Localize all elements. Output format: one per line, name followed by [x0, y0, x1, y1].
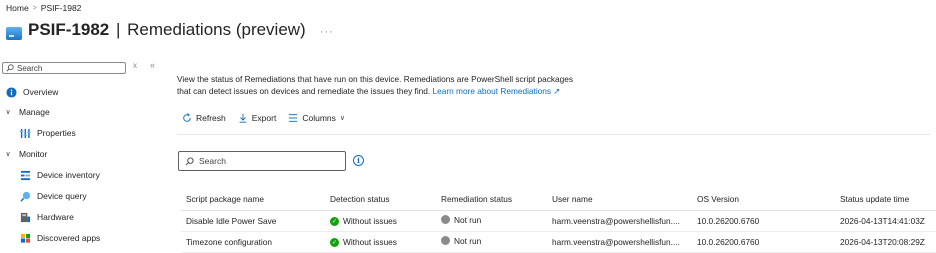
description-line-2: that can detect issues on devices and re… — [177, 85, 617, 97]
detection-status-text: Without issues — [343, 237, 397, 248]
sidebar-item-label: Device inventory — [37, 170, 100, 180]
chevron-down-icon: ∨ — [5, 109, 11, 116]
sidebar-group-manage[interactable]: ∨ Manage — [3, 102, 50, 122]
description-line-1: View the status of Remediations that hav… — [177, 74, 574, 84]
page-description: View the status of Remediations that hav… — [177, 73, 617, 97]
sidebar-item-label: Device query — [37, 191, 87, 201]
remediation-status-text: Not run — [454, 214, 482, 225]
sidebar-item-label: Properties — [37, 128, 76, 138]
column-header[interactable]: Remediation status — [441, 189, 552, 211]
breadcrumb: Home > PSIF-1982 — [6, 3, 81, 13]
export-label: Export — [251, 113, 277, 123]
remediation-status-cell: Not run — [441, 210, 552, 232]
info-icon[interactable]: i — [353, 155, 364, 166]
column-header[interactable]: Script package name — [181, 189, 330, 211]
script-name-cell: Disable Idle Power Save — [181, 210, 330, 232]
sidebar-item-label: Discovered apps — [37, 233, 101, 243]
sidebar-item-label: Monitor — [19, 149, 48, 159]
sidebar-item-overview[interactable]: Overview — [5, 82, 58, 102]
script-name-cell: Timezone configuration — [181, 231, 330, 253]
detection-status-text: Without issues — [343, 216, 397, 227]
clear-search-icon[interactable]: x — [133, 61, 137, 70]
device-icon — [6, 26, 22, 40]
collapse-sidebar-icon[interactable]: « — [150, 60, 155, 70]
info-icon — [5, 86, 17, 98]
hardware-icon — [19, 211, 31, 223]
remediations-table: Script package name Detection status Rem… — [181, 189, 936, 253]
not-run-icon — [441, 236, 450, 246]
sidebar-item-device-query[interactable]: Device query — [19, 186, 87, 206]
sidebar-search-input[interactable]: Search — [2, 62, 126, 74]
device-name: PSIF-1982 — [28, 20, 110, 39]
search-icon — [185, 156, 194, 165]
description-text: that can detect issues on devices and re… — [177, 86, 431, 96]
sidebar-item-label: Overview — [23, 87, 59, 97]
sidebar-item-label: Manage — [19, 107, 50, 117]
user-name-cell: harm.veenstra@powershellisfun.... — [552, 231, 697, 253]
download-icon — [239, 113, 247, 123]
success-check-icon: ✓ — [330, 237, 339, 247]
breadcrumb-current[interactable]: PSIF-1982 — [41, 3, 82, 13]
sidebar-item-properties[interactable]: Properties — [19, 123, 76, 143]
apps-icon — [19, 232, 31, 244]
column-header[interactable]: User name — [552, 189, 697, 211]
sidebar-search-placeholder: Search — [17, 63, 43, 73]
os-version-cell: 10.0.26200.6760 — [697, 231, 840, 253]
sidebar-group-monitor[interactable]: ∨ Monitor — [3, 144, 47, 164]
search-input[interactable]: Search — [178, 151, 346, 171]
not-run-icon — [441, 215, 450, 225]
chevron-down-icon: ∨ — [339, 115, 346, 122]
breadcrumb-home[interactable]: Home — [6, 3, 29, 13]
title-separator: | — [116, 20, 121, 39]
more-options-icon[interactable]: ··· — [320, 26, 334, 38]
columns-icon — [289, 114, 298, 122]
sidebar-item-label: Hardware — [37, 212, 74, 222]
device-query-icon — [19, 190, 31, 202]
column-header[interactable]: Detection status — [330, 189, 441, 211]
section-name: Remediations (preview) — [127, 20, 306, 39]
learn-more-link[interactable]: Learn more about Remediations ↗ — [433, 86, 561, 96]
sidebar-item-device-inventory[interactable]: Device inventory — [19, 165, 100, 185]
detection-status-cell: ✓ Without issues — [330, 210, 441, 232]
chevron-down-icon: ∨ — [5, 151, 11, 158]
device-inventory-icon — [19, 169, 31, 181]
detection-status-cell: ✓ Without issues — [330, 231, 441, 253]
status-time-cell: 2026-04-13T20:08:29Z — [840, 231, 936, 253]
user-name-cell: harm.veenstra@powershellisfun.... — [552, 210, 697, 232]
columns-button[interactable]: Columns ∨ — [288, 113, 345, 123]
table-header-row: Script package name Detection status Rem… — [181, 189, 936, 211]
refresh-label: Refresh — [196, 113, 226, 123]
page-header: PSIF-1982 | Remediations (preview) ··· — [6, 16, 334, 44]
column-header[interactable]: OS Version — [697, 189, 840, 211]
refresh-icon — [183, 113, 191, 122]
breadcrumb-separator-icon: > — [32, 4, 37, 12]
properties-icon — [19, 127, 31, 139]
toolbar: Refresh Export Columns ∨ — [182, 113, 345, 123]
remediation-status-text: Not run — [454, 235, 482, 246]
success-check-icon: ✓ — [330, 216, 339, 226]
sidebar-item-discovered-apps[interactable]: Discovered apps — [19, 228, 100, 248]
table-row[interactable]: Disable Idle Power Save ✓ Without issues … — [181, 210, 936, 232]
column-header[interactable]: Status update time — [840, 189, 936, 211]
remediation-status-cell: Not run — [441, 231, 552, 253]
sidebar-item-hardware[interactable]: Hardware — [19, 207, 74, 227]
toolbar-divider — [177, 134, 930, 135]
export-button[interactable]: Export — [238, 113, 277, 123]
external-link-icon: ↗ — [553, 86, 561, 96]
page-title: PSIF-1982 | Remediations (preview) — [28, 20, 306, 40]
refresh-button[interactable]: Refresh — [182, 113, 226, 123]
columns-label: Columns — [302, 113, 336, 123]
learn-more-label: Learn more about Remediations — [432, 86, 552, 96]
search-icon — [6, 64, 14, 72]
table-row[interactable]: Timezone configuration ✓ Without issues N… — [181, 231, 936, 253]
search-placeholder: Search — [199, 156, 226, 166]
os-version-cell: 10.0.26200.6760 — [697, 210, 840, 232]
status-time-cell: 2026-04-13T14:41:03Z — [840, 210, 936, 232]
